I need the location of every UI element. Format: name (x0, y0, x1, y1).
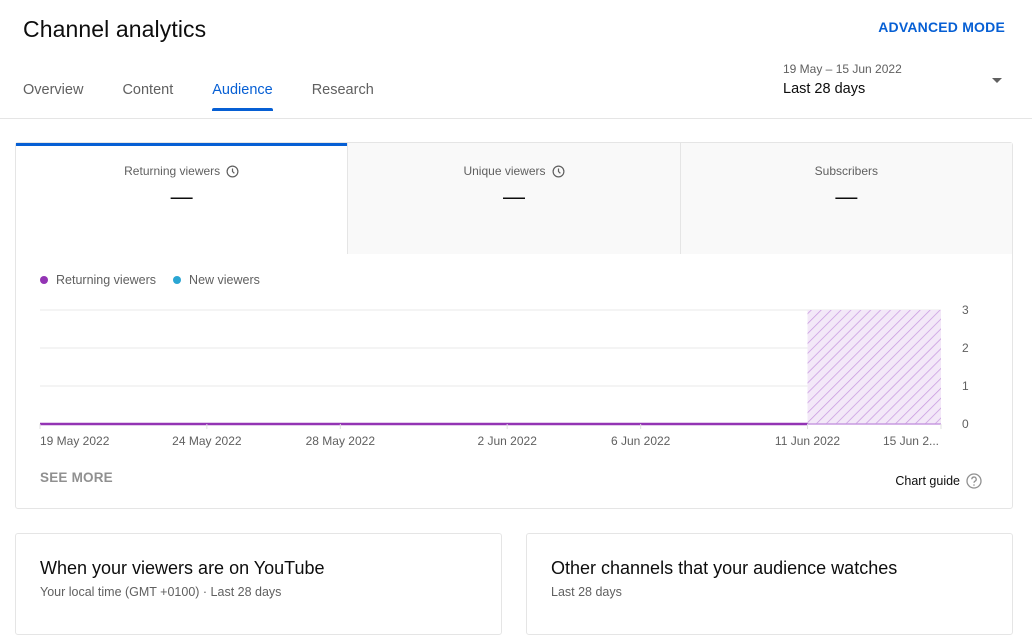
x-tick-label: 2 Jun 2022 (477, 434, 537, 448)
tab-bar: Overview Content Audience Research (23, 82, 413, 111)
y-tick-label: 2 (962, 341, 969, 355)
metric-tabs: Returning viewers — Unique viewers — Sub… (16, 143, 1012, 254)
legend-label: Returning viewers (56, 273, 157, 287)
legend-item-returning-viewers: Returning viewers (40, 273, 156, 287)
legend-label: New viewers (189, 273, 260, 287)
metric-value: — (170, 184, 193, 209)
tab-audience[interactable]: Audience (212, 82, 274, 111)
page-title: Channel analytics (23, 16, 207, 42)
metric-value: — (502, 184, 525, 209)
chart-legend: Returning viewers New viewers (40, 273, 277, 287)
chart-guide-label: Chart guide (895, 474, 960, 488)
date-range-text: 19 May – 15 Jun 2022 (783, 62, 902, 76)
line-chart: 19 May 2022 24 May 2022 28 May 2022 2 Jun 2… (39, 303, 969, 448)
y-tick-label: 1 (962, 379, 969, 393)
metric-tab-unique-viewers[interactable]: Unique viewers — (347, 143, 680, 254)
tab-research[interactable]: Research (312, 82, 374, 110)
metric-tab-subscribers[interactable]: Subscribers — (679, 143, 1012, 254)
x-tick-label: 19 May 2022 (40, 434, 110, 448)
metric-value: — (835, 184, 858, 209)
x-tick-label: 11 Jun 2022 (775, 434, 840, 448)
y-tick-label: 0 (962, 417, 969, 431)
tab-overview[interactable]: Overview (23, 82, 83, 110)
card-title: When your viewers are on YouTube (40, 558, 325, 578)
date-range-picker[interactable]: 19 May – 15 Jun 2022 Last 28 days (783, 62, 1008, 102)
x-tick-label: 6 Jun 2022 (611, 434, 671, 448)
tab-content[interactable]: Content (122, 82, 173, 110)
metric-title: Unique viewers (348, 164, 679, 178)
legend-item-new-viewers: New viewers (173, 273, 260, 287)
help-circle-icon (966, 473, 982, 489)
metric-title: Returning viewers (16, 164, 347, 178)
metric-label: Unique viewers (463, 164, 546, 178)
x-tick-label: 15 Jun 2... (883, 434, 939, 448)
legend-dot-new (173, 276, 182, 284)
card-subtitle: Your local time (GMT +0100) · Last 28 da… (40, 585, 282, 599)
card-subtitle: Last 28 days (551, 585, 622, 599)
incomplete-data-region (807, 310, 941, 424)
metric-tab-returning-viewers[interactable]: Returning viewers — (16, 143, 348, 254)
audience-chart-card: Returning viewers — Unique viewers — Sub… (15, 142, 1013, 509)
metric-title: Subscribers (681, 164, 1012, 178)
x-tick-label: 28 May 2022 (306, 434, 376, 448)
metric-label: Subscribers (814, 164, 878, 178)
chart-guide-button[interactable]: Chart guide (895, 473, 982, 489)
y-tick-label: 3 (962, 303, 969, 317)
header: Channel analytics ADVANCED MODE Overview… (0, 0, 1032, 119)
metric-label: Returning viewers (124, 164, 221, 178)
clock-icon (552, 165, 565, 177)
dropdown-arrow-icon[interactable] (992, 78, 1002, 83)
advanced-mode-button[interactable]: ADVANCED MODE (878, 19, 1005, 35)
viewer-times-card: When your viewers are on YouTube Your lo… (15, 533, 502, 635)
clock-icon (226, 165, 239, 177)
card-title: Other channels that your audience watche… (551, 558, 898, 578)
legend-dot-returning (40, 276, 48, 284)
other-channels-card: Other channels that your audience watche… (526, 533, 1013, 635)
x-tick-label: 24 May 2022 (172, 434, 242, 448)
date-range-label: Last 28 days (783, 81, 866, 97)
see-more-button[interactable]: SEE MORE (40, 470, 113, 485)
